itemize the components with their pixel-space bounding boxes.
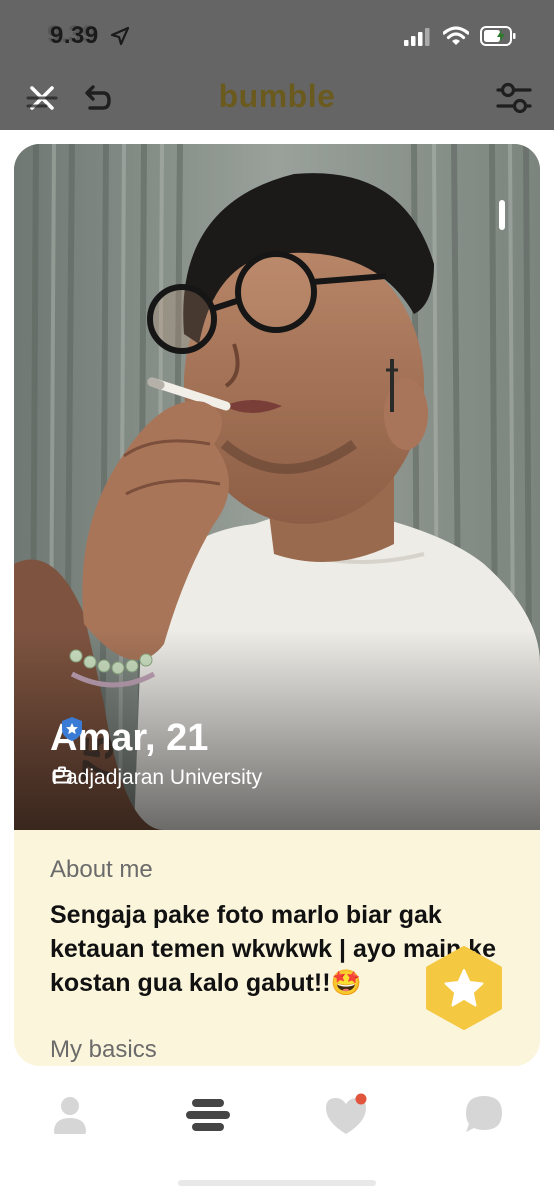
profile-photo[interactable]: 75 Amar, 21 Padjadjaran University — [14, 144, 540, 830]
people-stack-icon[interactable] — [184, 1092, 232, 1138]
signal-icon — [404, 28, 430, 46]
photo-position-indicator — [499, 200, 505, 230]
name-row: Amar, 21 — [50, 716, 208, 760]
location-arrow-icon — [110, 26, 130, 46]
profile-school: Padjadjaran University — [52, 766, 263, 789]
status-bar: 9.39 9.39 — [0, 0, 554, 62]
briefcase-icon — [52, 766, 72, 784]
top-nav: bumble — [0, 62, 554, 130]
school-row: Padjadjaran University — [52, 766, 262, 790]
status-time: 9.39 9.39 — [47, 21, 99, 50]
liked-you-heart-icon[interactable] — [322, 1092, 370, 1138]
bumble-logo: bumble — [218, 78, 336, 114]
verified-badge-icon[interactable] — [60, 716, 84, 742]
superswipe-button[interactable] — [422, 946, 506, 1030]
profile-icon[interactable] — [46, 1092, 94, 1138]
filter-icon[interactable] — [494, 80, 534, 116]
about-heading: About me — [50, 856, 153, 883]
dimmed-header: 9.39 9.39 bumble — [0, 0, 554, 130]
notification-dot — [355, 1093, 367, 1105]
wifi-icon — [443, 26, 469, 45]
status-time-text: 9.39 — [50, 22, 99, 49]
battery-icon — [480, 26, 516, 46]
chat-icon[interactable] — [460, 1092, 508, 1138]
profile-card[interactable]: 75 Amar, 21 Padjadjaran University About… — [14, 144, 540, 1066]
home-indicator — [178, 1180, 376, 1186]
basics-heading: My basics — [50, 1036, 157, 1063]
